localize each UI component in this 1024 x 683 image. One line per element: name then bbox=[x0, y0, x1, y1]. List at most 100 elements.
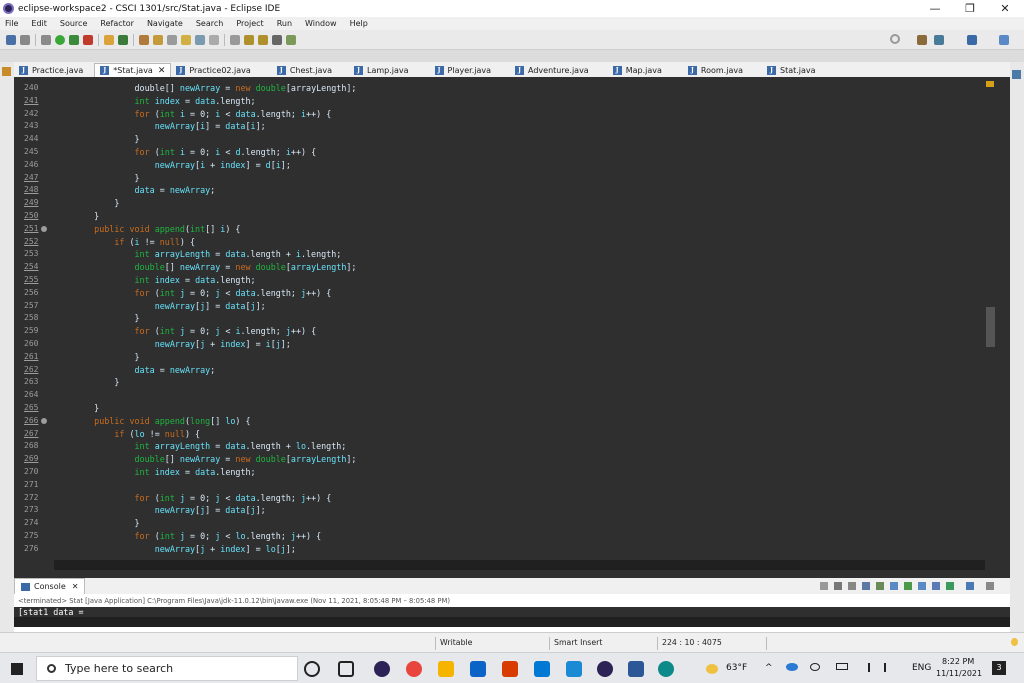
scroll-lock-icon[interactable] bbox=[876, 582, 884, 590]
menu-search[interactable]: Search bbox=[191, 19, 231, 28]
menu-file[interactable]: File bbox=[0, 19, 26, 28]
close-button[interactable]: ✕ bbox=[988, 0, 1022, 17]
code-line[interactable]: for (int j = 0; j < data.length; j++) { bbox=[74, 493, 332, 503]
clear-console-icon[interactable] bbox=[862, 582, 870, 590]
new-class-icon[interactable] bbox=[118, 34, 128, 45]
tab-stat-java-active[interactable]: J *Stat.java ✕ bbox=[94, 63, 172, 77]
nav-forward-icon[interactable] bbox=[272, 34, 282, 45]
tab-lamp-java[interactable]: J Lamp.java bbox=[349, 63, 414, 77]
menu-window[interactable]: Window bbox=[300, 19, 345, 28]
code-line[interactable]: for (int i = 0; i < d.length; i++) { bbox=[74, 147, 317, 157]
code-line[interactable]: int index = data.length; bbox=[74, 275, 256, 285]
perspective-icon[interactable] bbox=[917, 35, 927, 45]
chrome-icon[interactable] bbox=[406, 661, 422, 677]
code-line[interactable]: newArray[j + index] = i[j]; bbox=[74, 339, 291, 349]
code-line[interactable]: if (lo != null) { bbox=[74, 429, 200, 439]
show-on-output-icon[interactable] bbox=[904, 582, 912, 590]
debug-icon[interactable] bbox=[41, 34, 51, 45]
minimize-button[interactable]: — bbox=[918, 0, 952, 17]
display-console-icon[interactable] bbox=[932, 582, 940, 590]
save-icon[interactable] bbox=[20, 34, 30, 45]
override-marker-icon[interactable] bbox=[41, 417, 47, 424]
code-line[interactable]: } bbox=[74, 211, 99, 221]
new-java-project-icon[interactable] bbox=[104, 34, 114, 45]
code-line[interactable]: for (int j = 0; j < i.length; j++) { bbox=[74, 326, 317, 336]
menu-help[interactable]: Help bbox=[345, 19, 376, 28]
menu-project[interactable]: Project bbox=[231, 19, 271, 28]
package-explorer-icon[interactable] bbox=[2, 67, 11, 76]
open-perspective-icon[interactable] bbox=[999, 35, 1009, 45]
pin-console-icon[interactable] bbox=[918, 582, 926, 590]
code-line[interactable]: newArray[j] = data[j]; bbox=[74, 301, 266, 311]
cortana-icon[interactable] bbox=[304, 661, 320, 677]
highlight-icon[interactable] bbox=[181, 34, 191, 45]
code-line[interactable]: int arrayLength = data.length + i.length… bbox=[74, 249, 342, 259]
code-line[interactable]: int index = data.length; bbox=[74, 467, 256, 477]
whiteboard-icon[interactable] bbox=[534, 661, 550, 677]
battery-icon[interactable] bbox=[836, 663, 848, 670]
mail-icon[interactable] bbox=[470, 661, 486, 677]
eclipse-active-icon[interactable] bbox=[597, 661, 613, 677]
volume-icon[interactable] bbox=[884, 663, 894, 672]
code-line[interactable]: } bbox=[74, 377, 119, 387]
word-icon[interactable] bbox=[628, 661, 644, 677]
tab-room-java[interactable]: J Room.java bbox=[683, 63, 748, 77]
code-line[interactable]: double[] newArray = new double[arrayLeng… bbox=[74, 262, 357, 272]
new-icon[interactable] bbox=[6, 34, 16, 45]
code-line[interactable]: newArray[i] = data[i]; bbox=[74, 121, 266, 131]
code-line[interactable]: public void append(long[] lo) { bbox=[74, 416, 250, 426]
windows-start-icon[interactable] bbox=[11, 663, 23, 675]
close-console-icon[interactable]: ✕ bbox=[72, 582, 79, 591]
menu-edit[interactable]: Edit bbox=[26, 19, 55, 28]
show-hidden-icons-icon[interactable]: ^ bbox=[765, 663, 773, 673]
office-icon[interactable] bbox=[502, 661, 518, 677]
outline-icon[interactable] bbox=[1012, 70, 1021, 79]
code-line[interactable]: data = newArray; bbox=[74, 185, 216, 195]
code-line[interactable]: data = newArray; bbox=[74, 365, 216, 375]
code-line[interactable]: public void append(int[] i) { bbox=[74, 224, 240, 234]
next-annotation-icon[interactable] bbox=[230, 34, 240, 45]
tab-stat-java[interactable]: J Stat.java bbox=[762, 63, 821, 77]
menu-navigate[interactable]: Navigate bbox=[142, 19, 191, 28]
code-line[interactable]: } bbox=[74, 198, 119, 208]
close-tab-icon[interactable]: ✕ bbox=[158, 66, 166, 76]
clock-time[interactable]: 8:22 PM bbox=[942, 657, 974, 666]
vertical-scrollbar[interactable] bbox=[985, 77, 996, 560]
scroll-thumb[interactable] bbox=[986, 307, 995, 347]
toggle-block-icon[interactable] bbox=[195, 34, 205, 45]
wifi-icon[interactable] bbox=[860, 663, 870, 672]
file-explorer-icon[interactable] bbox=[438, 661, 454, 677]
open-console-icon[interactable] bbox=[946, 582, 954, 590]
notification-center-icon[interactable]: 3 bbox=[992, 661, 1006, 675]
menu-refactor[interactable]: Refactor bbox=[95, 19, 142, 28]
tab-practice-java[interactable]: J Practice.java bbox=[14, 63, 88, 77]
word-wrap-icon[interactable] bbox=[890, 582, 898, 590]
tab-chest-java[interactable]: J Chest.java bbox=[272, 63, 337, 77]
remove-all-icon[interactable] bbox=[848, 582, 856, 590]
tab-practice02-java[interactable]: J Practice02.java bbox=[171, 63, 255, 77]
show-whitespace-icon[interactable] bbox=[209, 34, 219, 45]
weather-icon[interactable] bbox=[706, 664, 718, 674]
terminate-icon[interactable] bbox=[820, 582, 828, 590]
pin-editor-icon[interactable] bbox=[286, 34, 296, 45]
debug-perspective-icon[interactable] bbox=[934, 35, 944, 45]
maximize-button[interactable]: ❐ bbox=[953, 0, 987, 17]
code-line[interactable]: for (int i = 0; i < data.length; i++) { bbox=[74, 109, 332, 119]
code-line[interactable]: newArray[j + index] = lo[j]; bbox=[74, 544, 296, 554]
tab-player-java[interactable]: J Player.java bbox=[430, 63, 496, 77]
remove-launch-icon[interactable] bbox=[834, 582, 842, 590]
edge-icon[interactable] bbox=[658, 661, 674, 677]
tab-map-java[interactable]: J Map.java bbox=[608, 63, 667, 77]
clock-date[interactable]: 11/11/2021 bbox=[936, 669, 982, 678]
override-marker-icon[interactable] bbox=[41, 225, 47, 232]
weather-temperature[interactable]: 63°F bbox=[726, 663, 747, 673]
calculator-icon[interactable] bbox=[566, 661, 582, 677]
menu-source[interactable]: Source bbox=[55, 19, 95, 28]
annotation-icon[interactable] bbox=[167, 34, 177, 45]
view-menu-icon[interactable] bbox=[986, 582, 994, 590]
code-line[interactable]: if (i != null) { bbox=[74, 237, 195, 247]
code-line[interactable]: newArray[j] = data[j]; bbox=[74, 505, 266, 515]
taskbar-search-box[interactable]: Type here to search bbox=[36, 656, 298, 681]
quick-access-search-icon[interactable] bbox=[890, 34, 900, 44]
console-view[interactable]: <terminated> Stat [Java Application] C:\… bbox=[14, 594, 1010, 632]
